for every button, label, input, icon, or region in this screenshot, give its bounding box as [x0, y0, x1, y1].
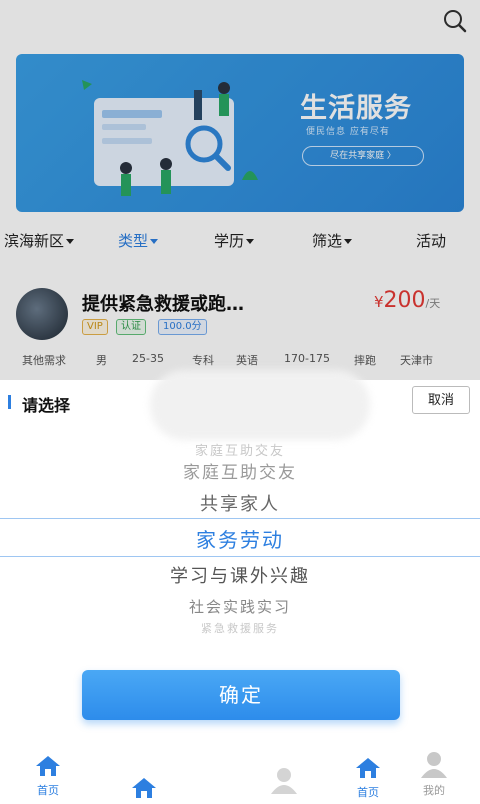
picker-option[interactable]: 社会实践实习 [0, 596, 480, 617]
bottom-tab-bar: 首页 首页 我的 [0, 748, 480, 800]
picker-option[interactable]: 学习与课外兴趣 [0, 562, 480, 588]
picker-title: 请选择 [22, 396, 71, 415]
user-icon [271, 768, 297, 794]
cancel-button[interactable]: 取消 [412, 386, 470, 414]
picker-option[interactable]: 紧急救援服务 [0, 620, 480, 636]
picker-option[interactable]: 共享家人 [0, 490, 480, 516]
picker-option-selected[interactable]: 家务劳动 [0, 524, 480, 553]
tab-label: 首页 [357, 786, 379, 799]
tab-profile[interactable]: 我的 [414, 750, 454, 798]
home-icon [132, 778, 156, 798]
blurred-overlay [150, 370, 370, 440]
selection-line-bottom [0, 556, 480, 557]
home-icon [356, 758, 380, 778]
tab-home[interactable]: 首页 [28, 754, 68, 798]
tab-label: 首页 [37, 784, 59, 797]
home-icon [36, 756, 60, 776]
selection-line-top [0, 518, 480, 519]
tab-label: 我的 [423, 784, 445, 797]
tab-home-2[interactable]: 首页 [348, 756, 388, 800]
user-icon [421, 752, 447, 778]
tab-profile-ghost[interactable] [264, 766, 304, 798]
title-accent-bar [8, 395, 11, 409]
modal-backdrop[interactable] [0, 0, 480, 380]
confirm-button[interactable]: 确定 [82, 670, 400, 720]
listing-page: 生活服务 便民信息 应有尽有 尽在共享家庭 〉 滨海新区 类型 学历 筛选 活动… [0, 0, 480, 380]
picker-option[interactable]: 家庭互助交友 [0, 458, 480, 483]
picker-option[interactable]: 家庭互助交友 [0, 440, 480, 459]
